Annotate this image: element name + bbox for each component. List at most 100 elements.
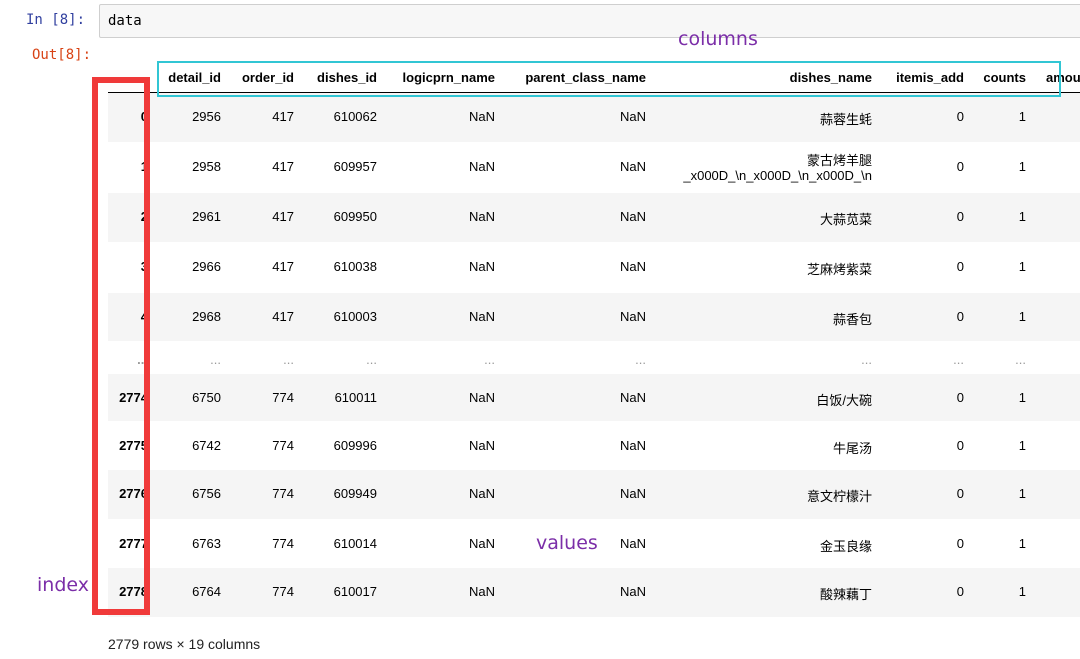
dishes-name-cell: 金玉良缘 <box>819 539 872 554</box>
table-row: ........................... <box>108 342 1080 373</box>
dishes-id-cell: 609949 <box>333 486 377 501</box>
parent-class-name-cell: NaN <box>619 486 646 501</box>
counts-cell: 1 <box>1018 309 1026 324</box>
values-annotation: values <box>536 532 598 554</box>
itemis-add-cell: 0 <box>956 209 964 224</box>
logicprn-name-cell: NaN <box>468 486 495 501</box>
logicprn-name-cell: NaN <box>468 209 495 224</box>
index-highlight-box <box>92 77 150 615</box>
parent-class-name-cell: NaN <box>619 259 646 274</box>
dishes-name-cell: 酸辣藕丁 <box>819 587 872 602</box>
input-prompt: In [8]: <box>26 12 86 28</box>
dishes-id-cell: 610038 <box>333 259 377 274</box>
dishes-id-cell: 610062 <box>333 109 377 124</box>
itemis-add-cell: 0 <box>956 584 964 599</box>
counts-cell: 1 <box>1018 438 1026 453</box>
parent-class-name-cell: NaN <box>619 584 646 599</box>
counts-cell: 1 <box>1018 486 1026 501</box>
order-id-cell: 417 <box>272 259 294 274</box>
detail-id-cell: 6750 <box>192 390 221 405</box>
parent-class-name-cell: ... <box>635 352 646 367</box>
logicprn-name-cell: ... <box>484 352 495 367</box>
table-row: 0 2956 417 610062 NaN NaN 蒜蓉生蚝 0 1 <box>108 93 1080 142</box>
itemis-add-cell: 0 <box>956 309 964 324</box>
dishes-name-cell: 白饭/大碗 <box>816 393 872 408</box>
dishes-id-cell: 609957 <box>333 159 377 174</box>
dishes-name-cell: 牛尾汤 <box>832 441 872 456</box>
logicprn-name-cell: NaN <box>468 438 495 453</box>
order-id-cell: 417 <box>272 309 294 324</box>
counts-cell: ... <box>1015 352 1026 367</box>
counts-cell: 1 <box>1018 536 1026 551</box>
dishes-name-cell: ... <box>861 352 872 367</box>
order-id-cell: 417 <box>272 159 294 174</box>
counts-cell: 1 <box>1018 159 1026 174</box>
dishes-name-cell: 蒜蓉生蚝 <box>819 112 872 127</box>
columns-annotation: columns <box>678 28 758 50</box>
table-row: 4 2968 417 610003 NaN NaN 蒜香包 0 1 <box>108 293 1080 341</box>
detail-id-cell: 2961 <box>192 209 221 224</box>
itemis-add-cell: 0 <box>956 259 964 274</box>
logicprn-name-cell: NaN <box>468 536 495 551</box>
order-id-cell: 774 <box>272 390 294 405</box>
code-text: data <box>108 13 142 29</box>
counts-cell: 1 <box>1018 390 1026 405</box>
detail-id-cell: 6764 <box>192 584 221 599</box>
counts-cell: 1 <box>1018 109 1026 124</box>
detail-id-cell: 6742 <box>192 438 221 453</box>
table-row: 3 2966 417 610038 NaN NaN 芝麻烤紫菜 0 1 <box>108 243 1080 292</box>
logicprn-name-cell: NaN <box>468 109 495 124</box>
itemis-add-cell: 0 <box>956 390 964 405</box>
dishes-name-cell: 芝麻烤紫菜 <box>806 262 872 277</box>
logicprn-name-cell: NaN <box>468 259 495 274</box>
detail-id-cell: ... <box>210 352 221 367</box>
counts-cell: 1 <box>1018 259 1026 274</box>
order-id-cell: 774 <box>272 438 294 453</box>
logicprn-name-cell: NaN <box>468 159 495 174</box>
table-row: 2776 6756 774 609949 NaN NaN 意文柠檬汁 0 1 <box>108 470 1080 519</box>
detail-id-cell: 6756 <box>192 486 221 501</box>
order-id-cell: 774 <box>272 536 294 551</box>
logicprn-name-cell: NaN <box>468 390 495 405</box>
dishes-id-cell: 610011 <box>334 390 377 405</box>
parent-class-name-cell: NaN <box>619 209 646 224</box>
dishes-id-cell: 609950 <box>333 209 377 224</box>
order-id-cell: 774 <box>272 486 294 501</box>
detail-id-cell: 2956 <box>192 109 221 124</box>
order-id-cell: 417 <box>272 209 294 224</box>
table-row: 2778 6764 774 610017 NaN NaN 酸辣藕丁 0 1 <box>108 568 1080 617</box>
logicprn-name-cell: NaN <box>468 309 495 324</box>
table-row: 2774 6750 774 610011 NaN NaN 白饭/大碗 0 1 <box>108 374 1080 421</box>
dishes-name-cell: 意文柠檬汁 <box>806 489 872 504</box>
dishes-name-cell: 大蒜苋菜 <box>819 212 872 227</box>
counts-cell: 1 <box>1018 584 1026 599</box>
table-row: 1 2958 417 609957 NaN NaN 蒙古烤羊腿 _x000D_\n_x000… <box>108 143 1080 193</box>
code-input-cell[interactable]: data <box>99 4 1080 38</box>
itemis-add-cell: 0 <box>956 159 964 174</box>
dishes-id-cell: 610014 <box>333 536 377 551</box>
table-row: 2 2961 417 609950 NaN NaN 大蒜苋菜 0 1 <box>108 193 1080 242</box>
itemis-add-cell: 0 <box>956 486 964 501</box>
parent-class-name-cell: NaN <box>619 536 646 551</box>
dataframe-shape: 2779 rows × 19 columns <box>108 636 261 652</box>
detail-id-cell: 2968 <box>192 309 221 324</box>
table-row: 2775 6742 774 609996 NaN NaN 牛尾汤 0 1 <box>108 422 1080 470</box>
itemis-add-cell: 0 <box>956 536 964 551</box>
detail-id-cell: 2958 <box>192 159 221 174</box>
order-id-cell: 417 <box>272 109 294 124</box>
order-id-cell: ... <box>283 352 294 367</box>
dishes-id-cell: 610003 <box>333 309 377 324</box>
counts-cell: 1 <box>1018 209 1026 224</box>
parent-class-name-cell: NaN <box>619 159 646 174</box>
dishes-id-cell: 609996 <box>333 438 377 453</box>
parent-class-name-cell: NaN <box>619 438 646 453</box>
itemis-add-cell: 0 <box>956 109 964 124</box>
parent-class-name-cell: NaN <box>619 390 646 405</box>
dishes-name-cell: 蒜香包 <box>832 312 872 327</box>
columns-highlight-box <box>157 61 1061 97</box>
parent-class-name-cell: NaN <box>619 309 646 324</box>
output-prompt: Out[8]: <box>32 47 92 63</box>
logicprn-name-cell: NaN <box>468 584 495 599</box>
parent-class-name-cell: NaN <box>619 109 646 124</box>
order-id-cell: 774 <box>272 584 294 599</box>
